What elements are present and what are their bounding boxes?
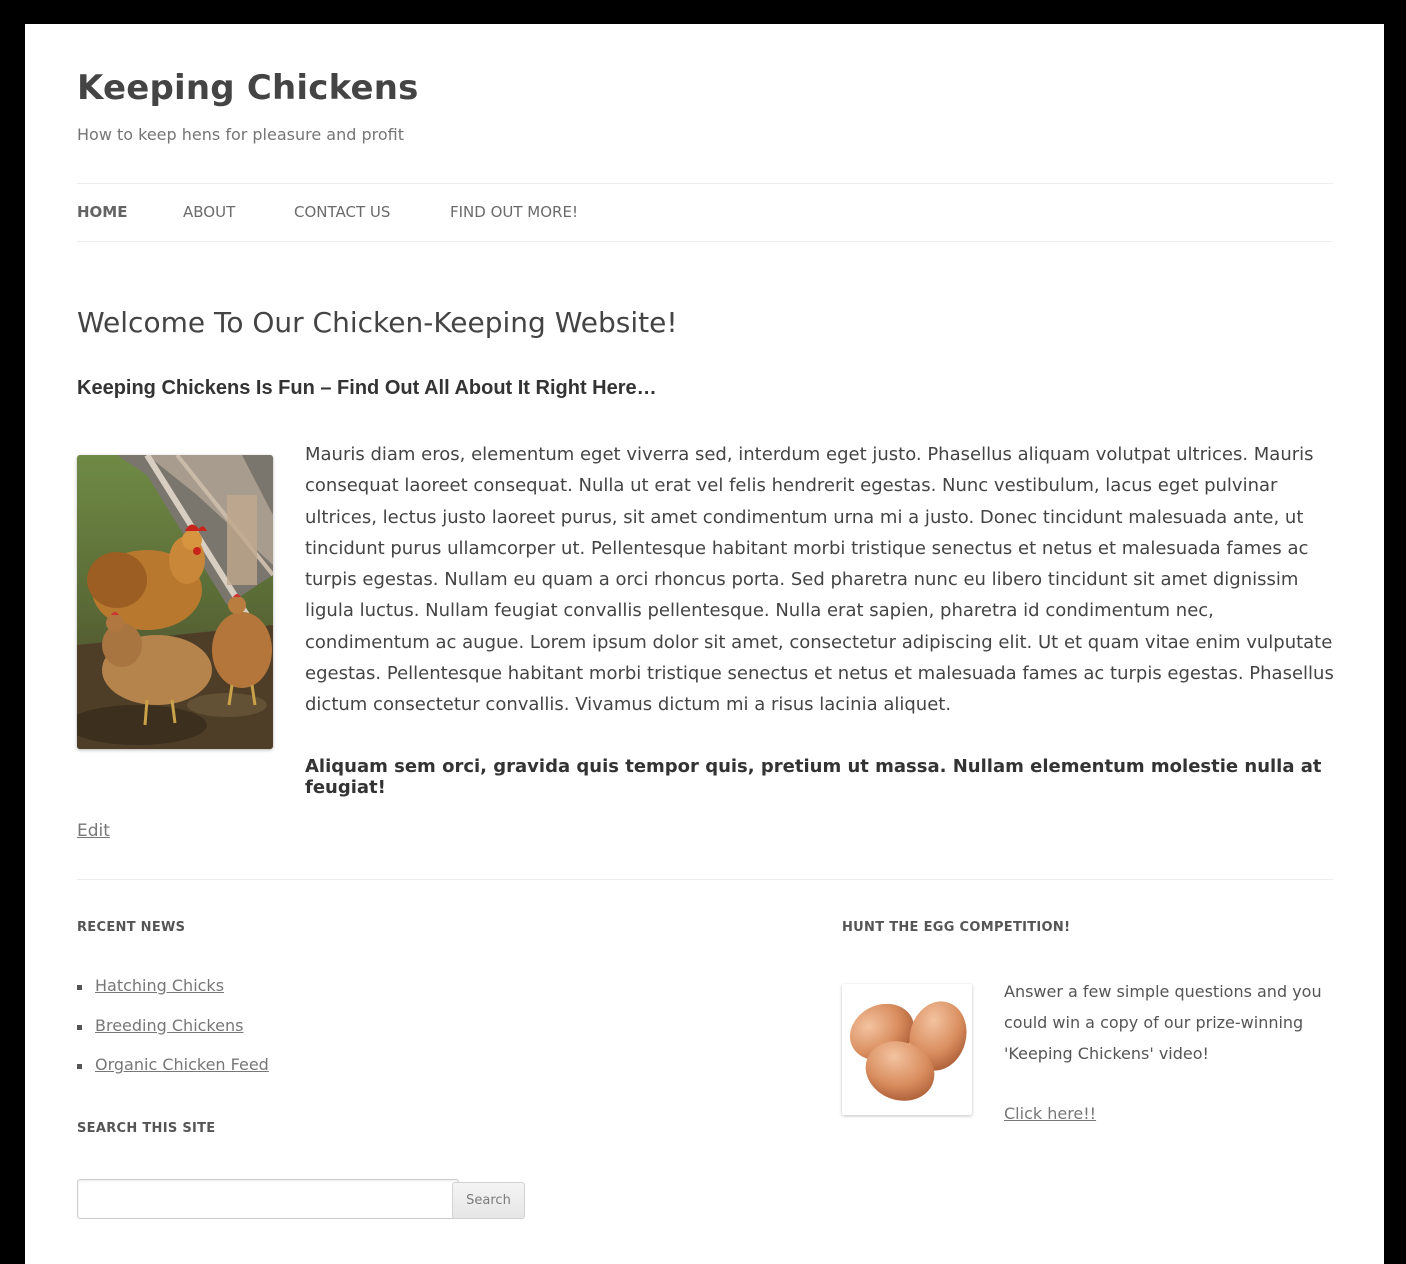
entry-bold-line: Aliquam sem orci, gravida quis tempor qu… [305,756,1322,798]
entry-subtitle: Keeping Chickens Is Fun – Find Out All A… [77,377,657,399]
recent-news-title: RECENT NEWS [77,920,186,935]
nav-item-about[interactable]: ABOUT [183,203,235,221]
news-link-organic-chicken-feed[interactable]: Organic Chicken Feed [95,1055,269,1074]
bullet-icon [77,1024,82,1030]
site-description: How to keep hens for pleasure and profit [77,125,404,144]
edit-link[interactable]: Edit [77,821,110,841]
eggs-image[interactable] [842,984,972,1115]
competition-text: Answer a few simple questions and you co… [1004,982,1322,1063]
entry-title: Welcome To Our Chicken-Keeping Website! [77,306,678,339]
list-item: Breeding Chickens [77,1016,269,1056]
nav-item-find-out-more[interactable]: FIND OUT MORE! [450,203,578,221]
site-title[interactable]: Keeping Chickens [77,68,419,108]
list-item: Hatching Chicks [77,976,269,1016]
news-link-breeding-chickens[interactable]: Breeding Chickens [95,1016,243,1035]
search-button[interactable]: Search [452,1182,525,1219]
bullet-icon [77,985,82,990]
chickens-photo [77,455,273,749]
search-input[interactable] [77,1179,459,1219]
footer-divider [77,879,1333,880]
competition-link[interactable]: Click here!! [1004,1104,1096,1123]
entry-body: Mauris diam eros, elementum eget viverra… [305,444,1334,716]
list-item: Organic Chicken Feed [77,1055,269,1095]
nav-item-home[interactable]: HOME [77,203,127,221]
bullet-icon [77,1064,82,1069]
page: Keeping Chickens How to keep hens for pl… [25,24,1384,1264]
search-widget-title: SEARCH THIS SITE [77,1121,216,1136]
main-navigation: HOME ABOUT CONTACT US FIND OUT MORE! [77,183,1333,242]
competition-title: HUNT THE EGG COMPETITION! [842,920,1071,935]
recent-news-list: Hatching Chicks Breeding Chickens Organi… [77,976,269,1095]
nav-item-contact-us[interactable]: CONTACT US [294,203,390,221]
news-link-hatching-chicks[interactable]: Hatching Chicks [95,976,224,995]
